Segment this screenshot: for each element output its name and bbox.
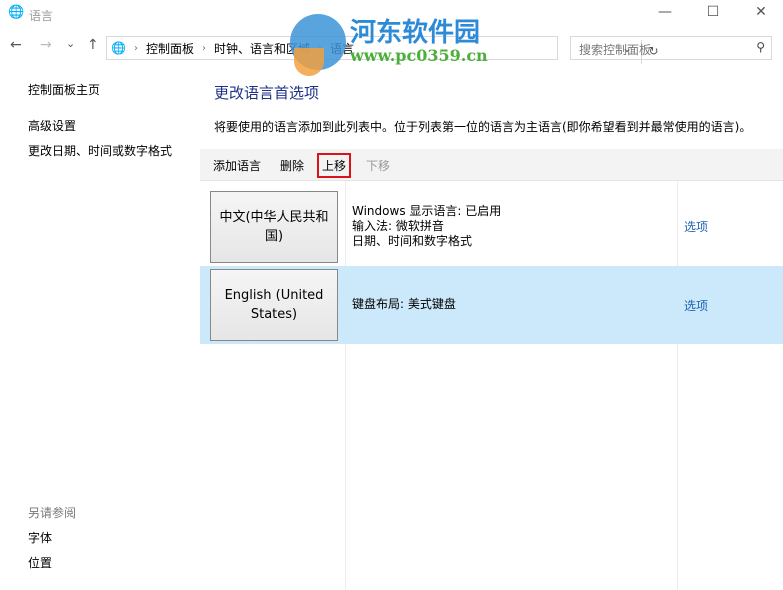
breadcrumb-language[interactable]: 语言 (330, 40, 354, 57)
language-button[interactable]: 中文(中华人民共和国) (210, 191, 338, 263)
detail-line: Windows 显示语言: 已启用 (352, 204, 502, 218)
title-bar: 🌐 语言 — ☐ ✕ (0, 0, 783, 30)
address-bar[interactable]: 🌐 › 控制面板 › 时钟、语言和区域 › 语言 ⌄ ↻ (106, 36, 659, 64)
recent-locations-icon[interactable]: ⌄ (66, 37, 75, 50)
language-row-chinese[interactable]: 中文(中华人民共和国) Windows 显示语言: 已启用 输入法: 微软拼音 … (200, 188, 783, 266)
sidebar-advanced-settings[interactable]: 高级设置 (28, 117, 76, 134)
move-down-button[interactable]: 下移 (366, 157, 390, 174)
language-icon: 🌐 (111, 41, 126, 55)
language-toolbar: 添加语言 删除 上移 下移 (200, 149, 783, 181)
page-title: 更改语言首选项 (214, 84, 320, 102)
language-row-english[interactable]: English (United States) 键盘布局: 美式键盘 选项 (200, 266, 783, 344)
chevron-right-icon: › (317, 42, 322, 54)
close-button[interactable]: ✕ (741, 4, 781, 24)
options-link[interactable]: 选项 (684, 297, 708, 314)
maximize-button[interactable]: ☐ (693, 4, 733, 24)
back-icon[interactable]: ← (10, 37, 22, 53)
add-language-button[interactable]: 添加语言 (213, 157, 261, 174)
sidebar-control-panel-home[interactable]: 控制面板主页 (28, 81, 100, 98)
window-title: 语言 (29, 9, 54, 23)
chevron-right-icon: › (201, 42, 206, 54)
sidebar-location[interactable]: 位置 (28, 554, 52, 571)
see-also-label: 另请参阅 (28, 506, 77, 520)
sidebar-change-date-format[interactable]: 更改日期、时间或数字格式 (28, 142, 172, 159)
forward-icon[interactable]: → (40, 37, 52, 53)
chevron-right-icon: › (133, 42, 138, 54)
minimize-button[interactable]: — (645, 4, 685, 24)
language-details: Windows 显示语言: 已启用 输入法: 微软拼音 日期、时间和数字格式 (352, 204, 501, 249)
language-details: 键盘布局: 美式键盘 (352, 297, 456, 312)
detail-line: 键盘布局: 美式键盘 (352, 297, 456, 311)
move-up-button[interactable]: 上移 (317, 153, 352, 178)
navigation-bar: ← → ⌄ ↑ 🌐 › 控制面板 › 时钟、语言和区域 › 语言 ⌄ ↻ 搜索控… (0, 33, 783, 64)
search-placeholder: 搜索控制面板 (579, 43, 652, 57)
page-description: 将要使用的语言添加到此列表中。位于列表第一位的语言为主语言(即你希望看到并最常使… (214, 120, 752, 134)
detail-line: 输入法: 微软拼音 (352, 219, 444, 233)
sidebar-fonts[interactable]: 字体 (28, 529, 52, 546)
remove-button[interactable]: 删除 (280, 157, 304, 174)
breadcrumb-clock-language-region[interactable]: 时钟、语言和区域 (214, 40, 310, 57)
up-icon[interactable]: ↑ (87, 37, 99, 53)
search-icon[interactable]: ⚲ (756, 40, 765, 54)
detail-line: 日期、时间和数字格式 (352, 234, 473, 248)
search-input[interactable]: 搜索控制面板 ⚲ (570, 36, 772, 60)
options-link[interactable]: 选项 (684, 218, 708, 235)
breadcrumb-control-panel[interactable]: 控制面板 (146, 40, 194, 57)
language-button[interactable]: English (United States) (210, 269, 338, 341)
language-icon: 🌐 (8, 5, 25, 20)
